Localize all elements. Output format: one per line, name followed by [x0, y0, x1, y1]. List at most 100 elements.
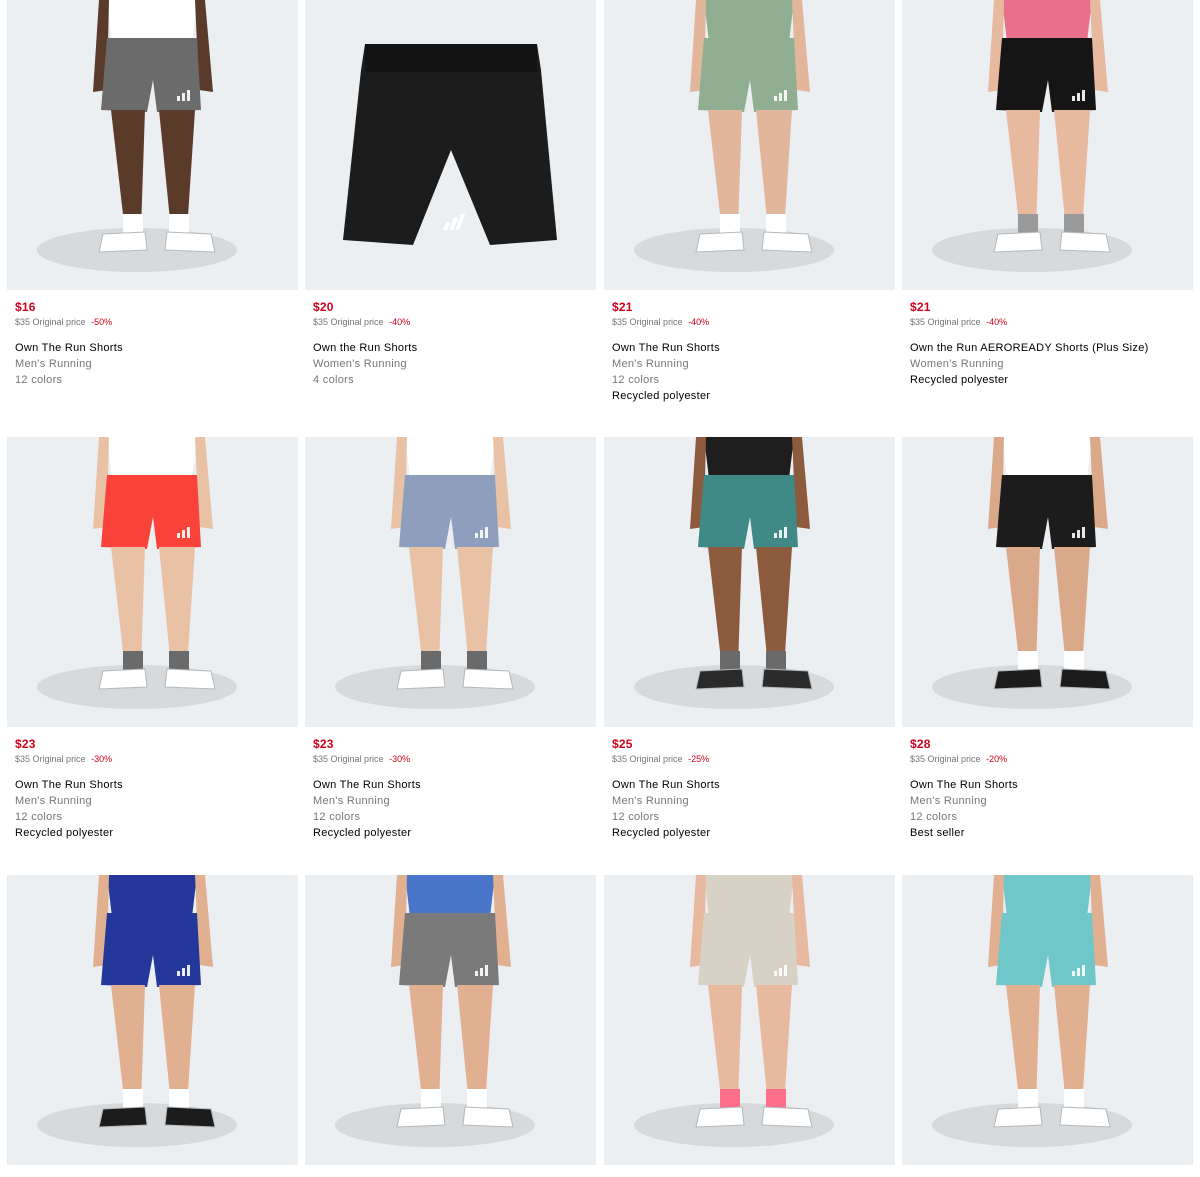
product-card[interactable]: [7, 875, 298, 1165]
product-card[interactable]: $25 $35 Original price -25% Own The Run …: [604, 437, 895, 839]
product-category: Men's Running: [313, 795, 390, 807]
original-price: $35 Original price -40%: [910, 317, 1193, 327]
product-info: $21 $35 Original price -40% Own The Run …: [604, 300, 895, 402]
product-image-container[interactable]: [604, 437, 895, 727]
product-image-container[interactable]: [305, 875, 596, 1165]
original-price: $35 Original price -25%: [612, 754, 895, 764]
original-price-label: Original price: [629, 317, 683, 327]
sale-price: $21: [910, 300, 931, 314]
product-colors: 12 colors: [910, 811, 958, 823]
product-image-container[interactable]: [902, 875, 1193, 1165]
product-image: [305, 437, 596, 727]
discount-badge: -30%: [91, 754, 113, 764]
product-image-container[interactable]: [7, 0, 298, 290]
product-info: $23 $35 Original price -30% Own The Run …: [7, 737, 298, 839]
product-category: Men's Running: [910, 795, 987, 807]
sale-price: $23: [313, 737, 334, 751]
original-price: $35 Original price -40%: [313, 317, 596, 327]
original-price: $35 Original price -20%: [910, 754, 1193, 764]
original-price-value: $35: [15, 317, 31, 327]
sale-price: $21: [612, 300, 633, 314]
product-image: [604, 875, 895, 1165]
product-name[interactable]: Own The Run Shorts: [15, 779, 298, 791]
original-price-label: Original price: [330, 754, 384, 764]
product-name[interactable]: Own the Run Shorts: [313, 342, 596, 354]
product-info: $25 $35 Original price -25% Own The Run …: [604, 737, 895, 839]
product-grid: $16 $35 Original price -50% Own The Run …: [0, 0, 1200, 1177]
product-name[interactable]: Own The Run Shorts: [910, 779, 1193, 791]
product-card[interactable]: $20 $35 Original price -40% Own the Run …: [305, 0, 596, 386]
discount-badge: -40%: [986, 317, 1008, 327]
discount-badge: -40%: [688, 317, 710, 327]
product-name[interactable]: Own The Run Shorts: [15, 342, 298, 354]
product-image-container[interactable]: [902, 437, 1193, 727]
original-price-value: $35: [910, 317, 926, 327]
product-image: [7, 437, 298, 727]
product-colors: 4 colors: [313, 374, 354, 386]
product-badge: Recycled polyester: [910, 374, 1009, 386]
product-image-container[interactable]: [7, 875, 298, 1165]
product-colors: 12 colors: [612, 811, 660, 823]
original-price-value: $35: [612, 317, 628, 327]
product-name[interactable]: Own The Run Shorts: [612, 779, 895, 791]
product-name[interactable]: Own the Run AEROREADY Shorts (Plus Size): [910, 342, 1193, 354]
product-card[interactable]: $23 $35 Original price -30% Own The Run …: [305, 437, 596, 839]
product-image: [7, 875, 298, 1165]
original-price-label: Original price: [330, 317, 384, 327]
product-name[interactable]: Own The Run Shorts: [612, 342, 895, 354]
product-info: $21 $35 Original price -40% Own the Run …: [902, 300, 1193, 386]
product-image-container[interactable]: [604, 875, 895, 1165]
sale-price: $16: [15, 300, 36, 314]
product-image-container[interactable]: [902, 0, 1193, 290]
product-card[interactable]: $21 $35 Original price -40% Own The Run …: [604, 0, 895, 402]
product-image-container[interactable]: [604, 0, 895, 290]
original-price: $35 Original price -30%: [15, 754, 298, 764]
product-image-container[interactable]: [305, 0, 596, 290]
product-colors: 12 colors: [15, 374, 63, 386]
product-card[interactable]: [604, 875, 895, 1165]
sale-price: $20: [313, 300, 334, 314]
product-category: Men's Running: [15, 358, 92, 370]
discount-badge: -25%: [688, 754, 710, 764]
discount-badge: -30%: [389, 754, 411, 764]
original-price-label: Original price: [629, 754, 683, 764]
product-card[interactable]: [902, 875, 1193, 1165]
sale-price: $23: [15, 737, 36, 751]
product-image: [305, 875, 596, 1165]
product-info: $16 $35 Original price -50% Own The Run …: [7, 300, 298, 386]
product-image: [902, 0, 1193, 290]
product-category: Women's Running: [910, 358, 1004, 370]
product-colors: 12 colors: [612, 374, 660, 386]
original-price: $35 Original price -40%: [612, 317, 895, 327]
sale-price: $25: [612, 737, 633, 751]
product-colors: 12 colors: [313, 811, 361, 823]
product-category: Men's Running: [612, 795, 689, 807]
product-badge: Best seller: [910, 827, 965, 839]
original-price-value: $35: [313, 317, 329, 327]
original-price-label: Original price: [927, 754, 981, 764]
product-badge: Recycled polyester: [612, 390, 711, 402]
product-card[interactable]: $23 $35 Original price -30% Own The Run …: [7, 437, 298, 839]
product-info: $20 $35 Original price -40% Own the Run …: [305, 300, 596, 386]
discount-badge: -40%: [389, 317, 411, 327]
discount-badge: -50%: [91, 317, 113, 327]
product-image-container[interactable]: [305, 437, 596, 727]
discount-badge: -20%: [986, 754, 1008, 764]
original-price-label: Original price: [927, 317, 981, 327]
original-price: $35 Original price -50%: [15, 317, 298, 327]
product-badge: Recycled polyester: [612, 827, 711, 839]
product-card[interactable]: [305, 875, 596, 1165]
sale-price: $28: [910, 737, 931, 751]
product-card[interactable]: $28 $35 Original price -20% Own The Run …: [902, 437, 1193, 839]
product-category: Women's Running: [313, 358, 407, 370]
product-image: [902, 875, 1193, 1165]
original-price-value: $35: [313, 754, 329, 764]
product-image: [902, 437, 1193, 727]
product-card[interactable]: $16 $35 Original price -50% Own The Run …: [7, 0, 298, 386]
original-price-value: $35: [15, 754, 31, 764]
product-image: [305, 0, 596, 290]
product-name[interactable]: Own The Run Shorts: [313, 779, 596, 791]
product-image-container[interactable]: [7, 437, 298, 727]
product-card[interactable]: $21 $35 Original price -40% Own the Run …: [902, 0, 1193, 386]
original-price: $35 Original price -30%: [313, 754, 596, 764]
